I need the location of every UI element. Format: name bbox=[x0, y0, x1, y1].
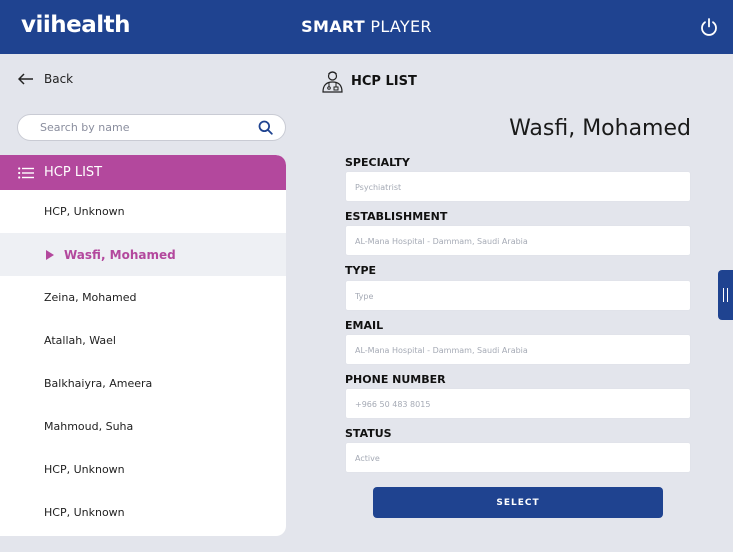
arrow-left-icon bbox=[18, 73, 33, 85]
hcp-list-item[interactable]: Wasfi, Mohamed bbox=[0, 233, 286, 276]
hcp-list-item-label: HCP, Unknown bbox=[44, 506, 125, 519]
establishment-field bbox=[345, 225, 691, 256]
hcp-list-item-label: Zeina, Mohamed bbox=[44, 291, 137, 304]
hcp-list-title: HCP LIST bbox=[44, 165, 103, 180]
specialty-input[interactable] bbox=[355, 180, 675, 194]
search-input[interactable] bbox=[40, 119, 250, 136]
type-input[interactable] bbox=[355, 289, 675, 303]
hcp-list-item[interactable]: HCP, Unknown bbox=[0, 491, 286, 534]
app-title-bold: SMART bbox=[301, 17, 365, 36]
hcp-list-item-label: Mahmoud, Suha bbox=[44, 420, 134, 433]
hcp-list-item[interactable]: Mahmoud, Suha bbox=[0, 405, 286, 448]
app-title: SMART PLAYER bbox=[0, 17, 733, 36]
hcp-list-item[interactable]: Atallah, Wael bbox=[0, 319, 286, 362]
establishment-input[interactable] bbox=[355, 234, 675, 248]
specialty-label: SPECIALTY bbox=[345, 156, 410, 169]
type-label: TYPE bbox=[345, 264, 377, 277]
section-title-label: HCP LIST bbox=[351, 74, 417, 89]
hcp-list-item[interactable]: HCP, Unknown bbox=[0, 190, 286, 233]
hcp-list-panel: HCP LIST HCP, Unknown Wasfi, Mohamed Zeina… bbox=[0, 155, 286, 536]
back-button[interactable]: Back bbox=[18, 72, 73, 86]
power-icon[interactable] bbox=[699, 17, 719, 37]
type-field bbox=[345, 280, 691, 311]
doctor-icon bbox=[322, 71, 343, 93]
section-title: HCP LIST bbox=[320, 69, 417, 94]
status-label: STATUS bbox=[345, 427, 392, 440]
select-button[interactable]: SELECT bbox=[373, 487, 663, 518]
hcp-list-item[interactable]: Zeina, Mohamed bbox=[0, 276, 286, 319]
hcp-list-item[interactable]: HCP, Unknown bbox=[0, 448, 286, 491]
hcp-name: Wasfi, Mohamed bbox=[509, 116, 691, 141]
hcp-list-item-label: HCP, Unknown bbox=[44, 205, 125, 218]
hcp-list-item-label: Atallah, Wael bbox=[44, 334, 116, 347]
phone-number-field bbox=[345, 388, 691, 419]
email-field bbox=[345, 334, 691, 365]
hcp-list-item-label: HCP, Unknown bbox=[44, 463, 125, 476]
hcp-list-item-label: Wasfi, Mohamed bbox=[64, 247, 176, 262]
email-input[interactable] bbox=[355, 343, 675, 357]
phone-number-label: PHONE NUMBER bbox=[345, 373, 446, 386]
status-field bbox=[345, 442, 691, 473]
hcp-list-header: HCP LIST bbox=[0, 155, 286, 190]
search-icon[interactable] bbox=[258, 120, 273, 135]
list-icon bbox=[18, 166, 34, 179]
hcp-list: HCP, Unknown Wasfi, Mohamed Zeina, Mohamed… bbox=[0, 190, 286, 534]
hcp-list-item-label: Balkhaiyra, Ameera bbox=[44, 377, 153, 390]
grip-icon bbox=[723, 288, 728, 302]
phone-number-input[interactable] bbox=[355, 397, 675, 411]
establishment-label: ESTABLISHMENT bbox=[345, 210, 448, 223]
search-box bbox=[17, 114, 286, 141]
status-input[interactable] bbox=[355, 451, 675, 465]
email-label: EMAIL bbox=[345, 319, 384, 332]
app-title-rest: PLAYER bbox=[365, 17, 432, 36]
back-label: Back bbox=[44, 72, 74, 86]
side-panel-toggle[interactable] bbox=[718, 270, 733, 320]
top-bar: viihealth SMART PLAYER bbox=[0, 0, 733, 54]
play-arrow-icon bbox=[46, 249, 54, 260]
hcp-list-item[interactable]: Balkhaiyra, Ameera bbox=[0, 362, 286, 405]
specialty-field bbox=[345, 171, 691, 202]
